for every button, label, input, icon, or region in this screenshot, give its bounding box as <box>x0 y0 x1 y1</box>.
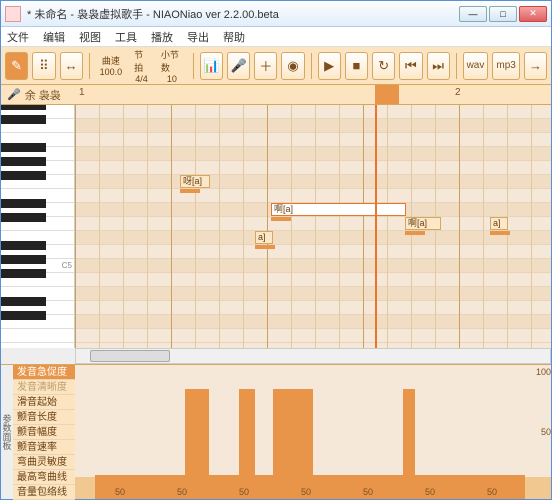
param-value: 50 <box>301 487 311 497</box>
param-tab[interactable]: 弯曲灵敏度 <box>13 455 75 470</box>
prev-button[interactable]: ⏮ <box>399 52 422 80</box>
param-tabs: 发音急促度发音清晰度滑音起始颤音长度颤音幅度颤音速率弯曲灵敏度最高弯曲线音量包络… <box>13 365 75 499</box>
param-sidebar-label: 参数面板 <box>1 365 13 499</box>
window-title: * 未命名 - 袅袅虚拟歌手 - NIAONiao ver 2.2.00.bet… <box>27 6 459 22</box>
loop-marker[interactable] <box>375 85 399 104</box>
param-bar[interactable] <box>415 475 465 499</box>
param-bar[interactable] <box>313 475 403 499</box>
menu-help[interactable]: 帮助 <box>223 29 245 45</box>
menu-edit[interactable]: 编辑 <box>43 29 65 45</box>
piano-black-key[interactable] <box>1 115 46 124</box>
piano-black-key[interactable] <box>1 241 46 250</box>
tempo-param[interactable]: 曲速100.0 <box>96 54 127 77</box>
menu-export[interactable]: 导出 <box>187 29 209 45</box>
toolbar: ✎ ⠿ ↔ 曲速100.0 节拍4/4 小节数10 📊 🎤 ＋ ◉ ▶ ■ ↻ … <box>1 47 551 85</box>
note[interactable]: a] <box>490 217 508 230</box>
param-bar[interactable] <box>255 475 273 499</box>
measure-2: 2 <box>455 87 461 98</box>
playhead[interactable] <box>375 105 377 348</box>
param-tab[interactable]: 滑音起始 <box>13 395 75 410</box>
timeline-ruler[interactable]: 1 2 <box>75 85 551 104</box>
piano-key[interactable] <box>1 329 74 343</box>
piano-black-key[interactable] <box>1 269 46 278</box>
menu-tools[interactable]: 工具 <box>115 29 137 45</box>
bars-param[interactable]: 小节数10 <box>157 48 187 84</box>
add-icon[interactable]: ＋ <box>254 52 277 80</box>
hscroll <box>1 348 551 364</box>
param-bar[interactable] <box>185 389 209 499</box>
pencil-tool[interactable]: ✎ <box>5 52 28 80</box>
select-tool[interactable]: ⠿ <box>32 52 55 80</box>
ruler-row: 🎤 余 袅袅 1 2 <box>1 85 551 105</box>
menu-view[interactable]: 视图 <box>79 29 101 45</box>
param-value: 50 <box>425 487 435 497</box>
piano-black-key[interactable] <box>1 213 46 222</box>
param-bar[interactable] <box>239 389 255 499</box>
maximize-button[interactable]: □ <box>489 6 517 22</box>
param-bar[interactable] <box>209 475 239 499</box>
param-tab[interactable]: 颤音幅度 <box>13 425 75 440</box>
param-value: 50 <box>115 487 125 497</box>
param-value: 50 <box>177 487 187 497</box>
arrow-tool[interactable]: ↔ <box>60 52 83 80</box>
param-bar[interactable] <box>95 475 185 499</box>
app-icon <box>5 6 21 22</box>
menu-file[interactable]: 文件 <box>7 29 29 45</box>
param-tab[interactable]: 颤音速率 <box>13 440 75 455</box>
param-tab[interactable]: 音量包络线 <box>13 485 75 500</box>
piano-black-key[interactable] <box>1 105 46 110</box>
track-header[interactable]: 🎤 余 袅袅 <box>1 85 75 104</box>
note[interactable]: 呀[a] <box>180 175 210 188</box>
note[interactable]: a] <box>255 231 273 244</box>
piano-black-key[interactable] <box>1 297 46 306</box>
param-chart[interactable]: 100 50 50 50 50 50 50 50 50 <box>75 365 551 499</box>
play-button[interactable]: ▶ <box>318 52 341 80</box>
hscrollbar[interactable] <box>75 348 551 364</box>
loop-button[interactable]: ↻ <box>372 52 395 80</box>
singer-name: 余 袅袅 <box>25 87 61 103</box>
export-arrow-icon[interactable]: → <box>524 52 547 80</box>
volume-icon[interactable]: 📊 <box>200 52 223 80</box>
param-tab[interactable]: 颤音长度 <box>13 410 75 425</box>
scale-max: 100 <box>536 367 551 377</box>
piano-black-key[interactable] <box>1 311 46 320</box>
measure-1: 1 <box>79 87 85 98</box>
param-value: 50 <box>239 487 249 497</box>
target-icon[interactable]: ◉ <box>281 52 304 80</box>
menu-play[interactable]: 播放 <box>151 29 173 45</box>
piano-black-key[interactable] <box>1 255 46 264</box>
close-button[interactable]: ✕ <box>519 6 547 22</box>
piano-black-key[interactable] <box>1 143 46 152</box>
mp3-button[interactable]: mp3 <box>492 52 519 80</box>
piano-black-key[interactable] <box>1 171 46 180</box>
titlebar[interactable]: * 未命名 - 袅袅虚拟歌手 - NIAONiao ver 2.2.00.bet… <box>1 1 551 27</box>
piano-black-key[interactable] <box>1 157 46 166</box>
param-tab[interactable]: 发音急促度 <box>13 365 75 380</box>
hscroll-thumb[interactable] <box>90 350 170 362</box>
minimize-button[interactable]: — <box>459 6 487 22</box>
stop-button[interactable]: ■ <box>345 52 368 80</box>
wav-button[interactable]: wav <box>463 52 489 80</box>
note[interactable]: 啊[a] <box>405 217 441 230</box>
mic-icon[interactable]: 🎤 <box>227 52 250 80</box>
note[interactable]: 啊[a] <box>271 203 406 216</box>
next-button[interactable]: ⏭ <box>427 52 450 80</box>
beat-param[interactable]: 节拍4/4 <box>130 48 153 84</box>
menubar: 文件 编辑 视图 工具 播放 导出 帮助 <box>1 27 551 47</box>
piano-black-key[interactable] <box>1 199 46 208</box>
note-grid[interactable]: 呀[a] 啊[a] a] 啊[a] a] <box>75 105 551 348</box>
singer-icon: 🎤 <box>7 88 21 101</box>
piano-roll[interactable]: C5 <box>1 105 75 348</box>
main-area: C5 呀[a] 啊[a] a] 啊[a] a] <box>1 105 551 348</box>
param-tab[interactable]: 发音清晰度 <box>13 380 75 395</box>
param-tab[interactable]: 最高弯曲线 <box>13 470 75 485</box>
param-bar[interactable] <box>273 389 313 499</box>
app-window: * 未命名 - 袅袅虚拟歌手 - NIAONiao ver 2.2.00.bet… <box>0 0 552 500</box>
param-value: 50 <box>363 487 373 497</box>
scale-mid: 50 <box>541 427 551 437</box>
param-value: 50 <box>487 487 497 497</box>
param-bar[interactable] <box>403 389 415 499</box>
param-panel: 参数面板 发音急促度发音清晰度滑音起始颤音长度颤音幅度颤音速率弯曲灵敏度最高弯曲… <box>1 364 551 499</box>
